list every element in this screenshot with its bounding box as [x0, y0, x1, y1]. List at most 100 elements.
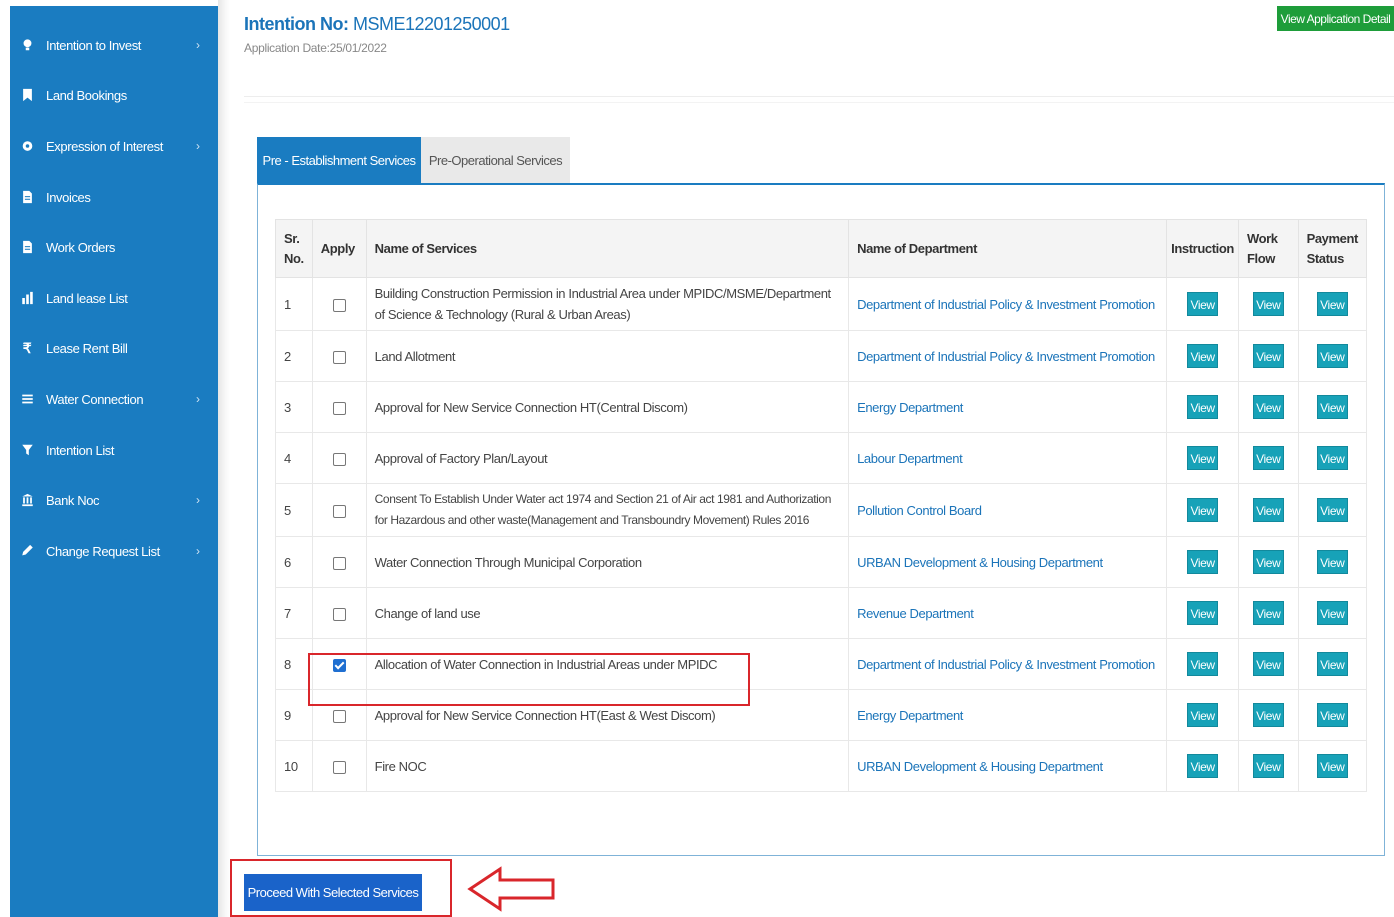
tab-pre-operational-services[interactable]: Pre-Operational Services	[421, 137, 570, 183]
apply-checkbox[interactable]	[332, 401, 346, 415]
row-department[interactable]: Labour Department	[848, 432, 1168, 484]
tab-pre-establishment-services[interactable]: Pre - Establishment Services	[257, 137, 421, 183]
apply-checkbox[interactable]	[332, 607, 346, 621]
instruction-view-button[interactable]: View	[1187, 550, 1219, 574]
work-flow-view-button[interactable]: View	[1252, 652, 1284, 676]
apply-checkbox[interactable]	[332, 556, 346, 570]
payment-status-view-button[interactable]: View	[1316, 344, 1348, 368]
row-sr: 6	[275, 536, 313, 588]
sidebar-item-lease-rent-bill[interactable]: ₹ Lease Rent Bill	[10, 329, 218, 367]
application-date: Application Date:25/01/2022	[244, 41, 387, 55]
row-sr: 2	[275, 330, 313, 382]
sidebar-item-intention-list[interactable]: Intention List	[10, 431, 218, 469]
row-service: Fire NOC	[365, 740, 850, 792]
sidebar-item-invoices[interactable]: Invoices	[10, 178, 218, 216]
instruction-view-button[interactable]: View	[1187, 344, 1219, 368]
work-flow-view-button[interactable]: View	[1252, 754, 1284, 778]
work-flow-view-button[interactable]: View	[1252, 703, 1284, 727]
sidebar-item-intention-to-invest[interactable]: Intention to Invest ›	[10, 26, 218, 64]
instruction-view-button[interactable]: View	[1187, 292, 1219, 316]
sidebar-item-water-connection[interactable]: Water Connection ›	[10, 380, 218, 418]
instruction-view-button[interactable]: View	[1187, 395, 1219, 419]
sidebar-item-bank-noc[interactable]: Bank Noc ›	[10, 481, 218, 519]
sidebar-item-label: Bank Noc	[46, 492, 100, 508]
row-department[interactable]: Department of Industrial Policy & Invest…	[848, 330, 1168, 382]
work-flow-view-button[interactable]: View	[1252, 344, 1284, 368]
row-department[interactable]: Department of Industrial Policy & Invest…	[848, 638, 1168, 690]
work-flow-view-button[interactable]: View	[1252, 292, 1284, 316]
payment-status-view-button[interactable]: View	[1316, 395, 1348, 419]
instruction-view-button[interactable]: View	[1187, 498, 1219, 522]
row-department[interactable]: Pollution Control Board	[848, 483, 1168, 537]
payment-status-view-button[interactable]: View	[1316, 292, 1348, 316]
payment-status-view-button[interactable]: View	[1316, 446, 1348, 470]
row-service: Approval for New Service Connection HT(C…	[365, 381, 850, 433]
instruction-view-button[interactable]: View	[1187, 754, 1219, 778]
chevron-right-icon: ›	[196, 544, 200, 558]
sidebar-item-change-request-list[interactable]: Change Request List ›	[10, 532, 218, 570]
sidebar-item-land-lease-list[interactable]: Land lease List	[10, 279, 218, 317]
sidebar-item-work-orders[interactable]: Work Orders	[10, 228, 218, 266]
table-row: 9 Approval for New Service Connection HT…	[275, 689, 1368, 741]
sidebar-item-land-bookings[interactable]: Land Bookings	[10, 76, 218, 114]
row-department[interactable]: URBAN Development & Housing Department	[848, 536, 1168, 588]
table-row: 2 Land Allotment Department of Industria…	[275, 330, 1368, 382]
table-row: 4 Approval of Factory Plan/Layout Labour…	[275, 432, 1368, 484]
work-flow-view-button[interactable]: View	[1252, 395, 1284, 419]
instruction-view-button[interactable]: View	[1187, 703, 1219, 727]
left-border	[0, 0, 10, 917]
document-icon	[20, 239, 34, 255]
instruction-view-button[interactable]: View	[1187, 446, 1219, 470]
apply-checkbox[interactable]	[332, 709, 346, 723]
chevron-right-icon: ›	[196, 392, 200, 406]
work-flow-view-button[interactable]: View	[1252, 550, 1284, 574]
work-flow-view-button[interactable]: View	[1252, 498, 1284, 522]
apply-checkbox-checked[interactable]	[332, 658, 346, 672]
instruction-view-button[interactable]: View	[1187, 652, 1219, 676]
divider	[244, 96, 1394, 97]
header-sr-no: Sr. No.	[275, 219, 313, 278]
apply-checkbox[interactable]	[332, 452, 346, 466]
table-row: 10 Fire NOC URBAN Development & Housing …	[275, 740, 1368, 792]
work-flow-view-button[interactable]: View	[1252, 601, 1284, 625]
row-sr: 4	[275, 432, 313, 484]
row-department[interactable]: Energy Department	[848, 689, 1168, 741]
row-service: Land Allotment	[365, 330, 850, 382]
row-sr: 9	[275, 689, 313, 741]
row-department[interactable]: URBAN Development & Housing Department	[848, 740, 1168, 792]
apply-checkbox[interactable]	[332, 350, 346, 364]
row-sr: 5	[275, 483, 313, 537]
intention-label: Intention No:	[244, 14, 349, 34]
document-icon	[20, 189, 34, 205]
apply-checkbox[interactable]	[332, 504, 346, 518]
table-header-row: Sr. No. Apply Name of Services Name of D…	[275, 219, 1368, 278]
apply-checkbox[interactable]	[332, 298, 346, 312]
sidebar-item-label: Invoices	[46, 189, 91, 205]
sidebar-shadow	[218, 0, 230, 917]
payment-status-view-button[interactable]: View	[1316, 550, 1348, 574]
apply-checkbox[interactable]	[332, 760, 346, 774]
table-row: 7 Change of land use Revenue Department …	[275, 587, 1368, 639]
header-department: Name of Department	[848, 219, 1168, 278]
sidebar-item-label: Lease Rent Bill	[46, 340, 128, 356]
view-application-detail-button[interactable]: View Application Detail	[1277, 6, 1394, 31]
arrow-left-icon	[467, 866, 555, 912]
payment-status-view-button[interactable]: View	[1316, 754, 1348, 778]
row-department[interactable]: Revenue Department	[848, 587, 1168, 639]
payment-status-view-button[interactable]: View	[1316, 498, 1348, 522]
row-department[interactable]: Energy Department	[848, 381, 1168, 433]
instruction-view-button[interactable]: View	[1187, 601, 1219, 625]
row-service: Change of land use	[365, 587, 850, 639]
row-department[interactable]: Department of Industrial Policy & Invest…	[848, 277, 1168, 331]
row-service: Consent To Establish Under Water act 197…	[365, 483, 850, 537]
sidebar-item-label: Intention List	[46, 442, 115, 458]
sidebar-item-expression-of-interest[interactable]: Expression of Interest ›	[10, 127, 218, 165]
bookmark-icon	[20, 87, 34, 103]
payment-status-view-button[interactable]: View	[1316, 601, 1348, 625]
work-flow-view-button[interactable]: View	[1252, 446, 1284, 470]
table-row: 3 Approval for New Service Connection HT…	[275, 381, 1368, 433]
proceed-with-selected-services-button[interactable]: Proceed With Selected Services	[244, 874, 422, 911]
payment-status-view-button[interactable]: View	[1316, 652, 1348, 676]
intention-number: MSME12201250001	[353, 14, 510, 34]
payment-status-view-button[interactable]: View	[1316, 703, 1348, 727]
